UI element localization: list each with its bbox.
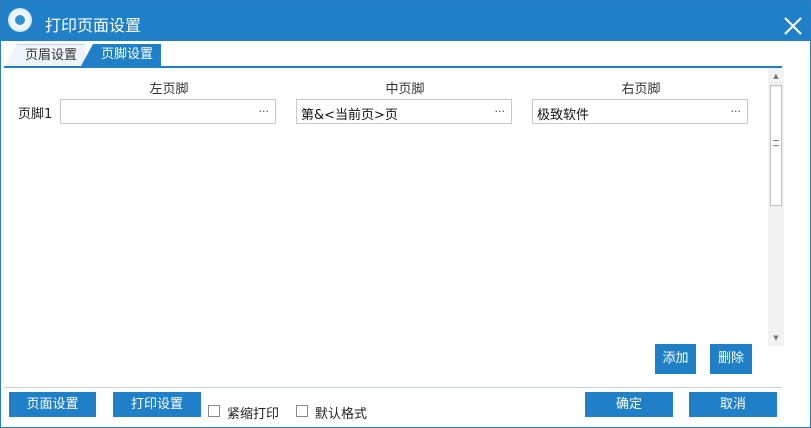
delete-button[interactable]: 删除 [710,344,752,374]
left-footer-field[interactable]: ... [60,99,276,124]
column-header-right-footer: 右页脚 [621,82,661,97]
page-setup-button[interactable]: 页面设置 [9,392,96,417]
column-header-left-footer: 左页脚 [149,82,189,97]
column-header-center-footer: 中页脚 [385,82,425,97]
scroll-down-arrow-icon[interactable]: ▼ [768,330,784,346]
center-footer-field[interactable]: 第&<当前页>页 ... [296,99,512,124]
right-footer-field[interactable]: 极致软件 ... [532,99,748,124]
left-footer-browse-button[interactable]: ... [259,102,270,115]
compact-print-checkbox[interactable] [208,405,220,417]
app-logo-icon [8,8,32,32]
title-bar[interactable]: 打印页面设置 [1,1,810,41]
close-icon[interactable] [782,15,804,37]
tab-footer-settings[interactable]: 页脚设置 [81,44,161,66]
print-setup-button[interactable]: 打印设置 [113,392,201,417]
tab-strip: 页眉设置 页脚设置 [5,44,805,66]
right-footer-value: 极致软件 [537,108,590,123]
default-format-label: 默认格式 [315,407,368,422]
footer-row-label: 页脚1 [18,107,53,122]
scroll-up-arrow-icon[interactable]: ▲ [768,68,784,84]
tab-header-settings[interactable]: 页眉设置 [5,44,85,66]
print-page-settings-dialog: 打印页面设置 页眉设置 页脚设置 左页脚 中页脚 右页脚 页脚1 ... 第&<… [0,0,811,428]
center-footer-value: 第&<当前页>页 [301,108,398,123]
window-title: 打印页面设置 [45,16,142,35]
center-footer-browse-button[interactable]: ... [495,102,506,115]
footer-settings-panel: 左页脚 中页脚 右页脚 页脚1 ... 第&<当前页>页 ... 极致软件 ..… [4,66,784,388]
compact-print-label: 紧缩打印 [227,407,280,422]
scrollbar-thumb[interactable] [770,85,782,206]
add-button[interactable]: 添加 [655,344,696,374]
vertical-scrollbar[interactable]: ▲ ▼ [768,68,784,346]
right-footer-browse-button[interactable]: ... [731,102,742,115]
default-format-checkbox[interactable] [296,405,308,417]
cancel-button[interactable]: 取消 [689,392,777,417]
ok-button[interactable]: 确定 [585,392,673,417]
